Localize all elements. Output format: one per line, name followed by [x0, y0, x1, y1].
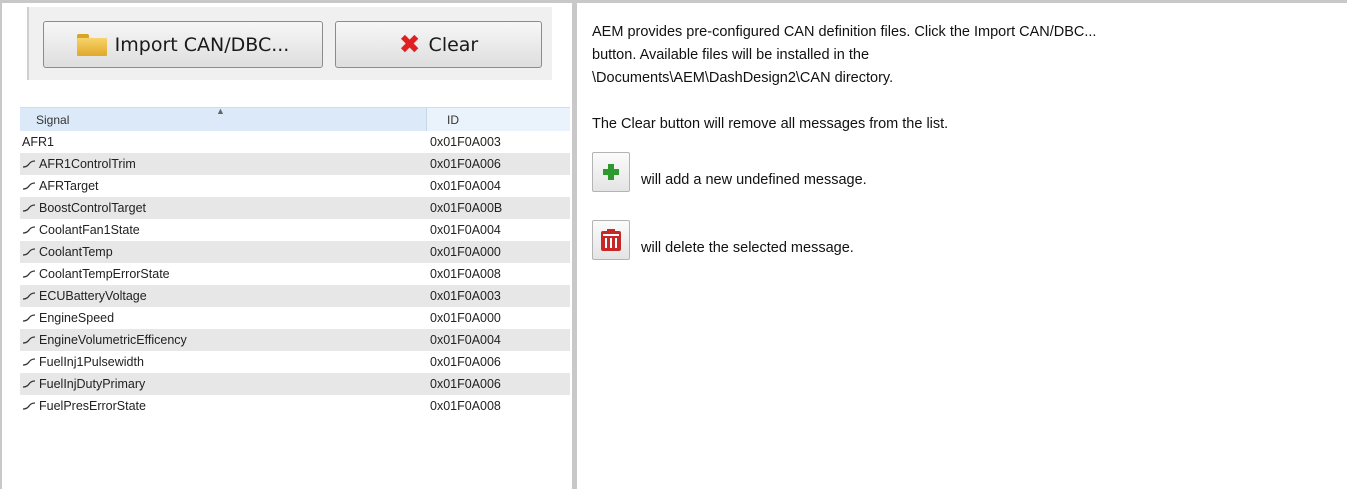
- left-panel: Import CAN/DBC... ✖ Clear ▲ Signal ID AF…: [2, 3, 572, 489]
- trash-can-icon: [601, 229, 621, 251]
- column-header-id-label: ID: [447, 113, 459, 127]
- signal-name: FuelPresErrorState: [39, 399, 146, 413]
- signal-curve-icon: [22, 226, 36, 234]
- signal-curve-icon: [22, 160, 36, 168]
- signal-curve-icon: [22, 270, 36, 278]
- id-cell: 0x01F0A000: [430, 311, 501, 325]
- table-header: ▲ Signal ID: [20, 106, 570, 131]
- signal-name: EngineVolumetricEfficency: [39, 333, 187, 347]
- signal-cell: AFRTarget: [20, 179, 430, 193]
- delete-message-button-image: [592, 220, 630, 260]
- signal-name: AFR1ControlTrim: [39, 157, 136, 171]
- id-cell: 0x01F0A006: [430, 157, 501, 171]
- signal-cell: AFR1ControlTrim: [20, 157, 430, 171]
- signal-name: CoolantFan1State: [39, 223, 140, 237]
- import-can-dbc-button[interactable]: Import CAN/DBC...: [43, 21, 323, 68]
- signal-curve-icon: [22, 402, 36, 410]
- signal-curve-icon: [22, 380, 36, 388]
- signal-name: EngineSpeed: [39, 311, 115, 325]
- table-row[interactable]: EngineVolumetricEfficency 0x01F0A004: [20, 329, 570, 351]
- signal-cell: EngineSpeed: [20, 311, 430, 325]
- table-body: AFR1 0x01F0A003 AFR1ControlTrim 0x01F0A006 A…: [20, 131, 570, 417]
- signal-cell: CoolantTemp: [20, 245, 430, 259]
- signal-cell: CoolantFan1State: [20, 223, 430, 237]
- import-description: AEM provides pre-configured CAN definiti…: [592, 21, 1347, 90]
- signal-table: ▲ Signal ID AFR1 0x01F0A003 AFR1ControlTri…: [20, 106, 570, 417]
- signal-name: FuelInj1Pulsewidth: [39, 355, 144, 369]
- import-description-line: button. Available files will be installe…: [592, 47, 870, 63]
- table-row[interactable]: AFRTarget 0x01F0A004: [20, 175, 570, 197]
- signal-curve-icon: [22, 204, 36, 212]
- clear-button[interactable]: ✖ Clear: [335, 21, 542, 68]
- signal-name: AFR1: [22, 135, 54, 149]
- import-description-line: AEM provides pre-configured CAN definiti…: [592, 24, 1097, 40]
- add-message-button-image: [592, 152, 630, 192]
- signal-curve-icon: [22, 292, 36, 300]
- table-row[interactable]: CoolantTemp 0x01F0A000: [20, 241, 570, 263]
- id-cell: 0x01F0A004: [430, 179, 501, 193]
- id-cell: 0x01F0A004: [430, 223, 501, 237]
- table-row[interactable]: EngineSpeed 0x01F0A000: [20, 307, 570, 329]
- signal-cell: FuelInj1Pulsewidth: [20, 355, 430, 369]
- signal-name: ECUBatteryVoltage: [39, 289, 147, 303]
- table-row[interactable]: CoolantFan1State 0x01F0A004: [20, 219, 570, 241]
- id-cell: 0x01F0A008: [430, 399, 501, 413]
- clear-description: The Clear button will remove all message…: [592, 116, 949, 132]
- table-row[interactable]: ECUBatteryVoltage 0x01F0A003: [20, 285, 570, 307]
- column-header-signal[interactable]: ▲ Signal: [20, 106, 427, 131]
- add-message-explanation: will add a new undefined message.: [592, 152, 1347, 192]
- delete-message-text: will delete the selected message.: [641, 240, 854, 256]
- signal-cell: FuelInjDutyPrimary: [20, 377, 430, 391]
- id-cell: 0x01F0A004: [430, 333, 501, 347]
- folder-icon: [76, 33, 107, 56]
- import-description-line: \Documents\AEM\DashDesign2\CAN directory…: [592, 70, 894, 86]
- table-row[interactable]: FuelPresErrorState 0x01F0A008: [20, 395, 570, 417]
- signal-cell: ECUBatteryVoltage: [20, 289, 430, 303]
- signal-name: CoolantTemp: [39, 245, 113, 259]
- signal-curve-icon: [22, 248, 36, 256]
- add-message-text: will add a new undefined message.: [641, 172, 867, 188]
- table-row[interactable]: CoolantTempErrorState 0x01F0A008: [20, 263, 570, 285]
- signal-cell: BoostControlTarget: [20, 201, 430, 215]
- toolbar: Import CAN/DBC... ✖ Clear: [27, 7, 552, 80]
- table-row[interactable]: AFR1 0x01F0A003: [20, 131, 570, 153]
- signal-name: CoolantTempErrorState: [39, 267, 170, 281]
- signal-name: AFRTarget: [39, 179, 99, 193]
- red-x-icon: ✖: [398, 29, 421, 60]
- green-plus-icon: [603, 164, 619, 180]
- signal-curve-icon: [22, 314, 36, 322]
- column-header-signal-label: Signal: [36, 113, 70, 127]
- id-cell: 0x01F0A006: [430, 355, 501, 369]
- id-cell: 0x01F0A003: [430, 289, 501, 303]
- table-row[interactable]: AFR1ControlTrim 0x01F0A006: [20, 153, 570, 175]
- delete-message-explanation: will delete the selected message.: [592, 220, 1347, 260]
- table-row[interactable]: FuelInjDutyPrimary 0x01F0A006: [20, 373, 570, 395]
- signal-cell: CoolantTempErrorState: [20, 267, 430, 281]
- signal-curve-icon: [22, 358, 36, 366]
- id-cell: 0x01F0A00B: [430, 201, 503, 215]
- signal-name: FuelInjDutyPrimary: [39, 377, 146, 391]
- signal-curve-icon: [22, 182, 36, 190]
- signal-cell: FuelPresErrorState: [20, 399, 430, 413]
- table-row[interactable]: BoostControlTarget 0x01F0A00B: [20, 197, 570, 219]
- id-cell: 0x01F0A006: [430, 377, 501, 391]
- signal-curve-icon: [22, 336, 36, 344]
- id-cell: 0x01F0A003: [430, 135, 501, 149]
- signal-cell: EngineVolumetricEfficency: [20, 333, 430, 347]
- help-panel: AEM provides pre-configured CAN definiti…: [577, 3, 1347, 489]
- id-cell: 0x01F0A008: [430, 267, 501, 281]
- id-cell: 0x01F0A000: [430, 245, 501, 259]
- column-header-id[interactable]: ID: [427, 108, 570, 131]
- import-button-label: Import CAN/DBC...: [114, 33, 290, 56]
- sort-ascending-icon: ▲: [216, 106, 225, 116]
- table-row[interactable]: FuelInj1Pulsewidth 0x01F0A006: [20, 351, 570, 373]
- clear-button-label: Clear: [428, 33, 479, 56]
- signal-cell: AFR1: [20, 135, 430, 149]
- signal-name: BoostControlTarget: [39, 201, 147, 215]
